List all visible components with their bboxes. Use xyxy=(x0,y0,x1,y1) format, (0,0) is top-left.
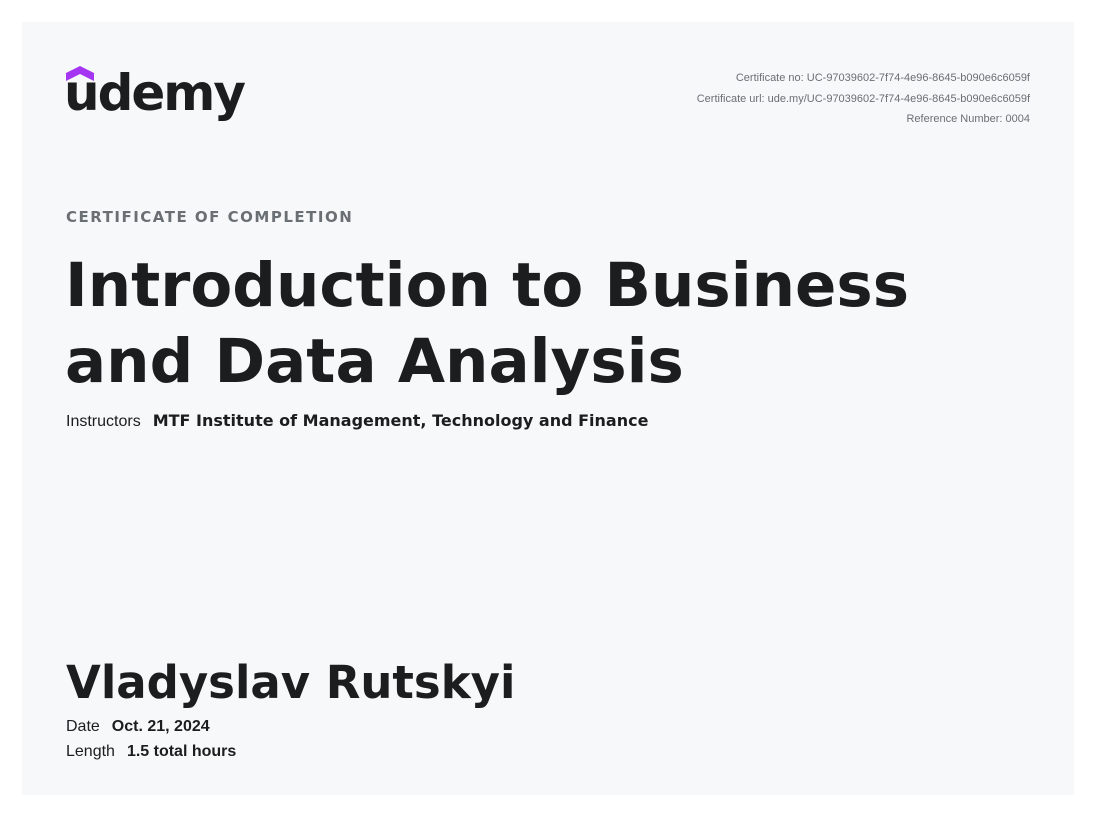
certificate-url: Certificate url: ude.my/UC-97039602-7f74… xyxy=(696,92,1030,105)
recipient-name: Vladyslav Rutskyi xyxy=(66,656,516,709)
course-title: Introduction to Business and Data Analys… xyxy=(65,250,910,397)
date-value: Oct. 21, 2024 xyxy=(111,718,210,735)
instructors-label: Instructors xyxy=(66,413,141,430)
udemy-logo: udemy xyxy=(64,64,246,138)
certificate-kicker: CERTIFICATE OF COMPLETION xyxy=(66,208,354,226)
length-line: Length 1.5 total hours xyxy=(66,743,236,761)
instructors-line: Instructors MTF Institute of Management,… xyxy=(66,411,648,431)
udemy-wordmark: udemy xyxy=(64,64,246,122)
certificate-sheet: udemy Certificate no: UC-97039602-7f74-4… xyxy=(22,22,1074,795)
length-label: Length xyxy=(66,743,115,760)
instructors-value: MTF Institute of Management, Technology … xyxy=(152,411,649,430)
certificate-number: Certificate no: UC-97039602-7f74-4e96-86… xyxy=(735,72,1030,84)
reference-number: Reference Number: 0004 xyxy=(906,113,1030,125)
date-label: Date xyxy=(66,718,100,735)
certificate-meta: Certificate no: UC-97039602-7f74-4e96-86… xyxy=(697,68,1030,130)
date-line: Date Oct. 21, 2024 xyxy=(66,718,210,736)
length-value: 1.5 total hours xyxy=(126,743,237,760)
